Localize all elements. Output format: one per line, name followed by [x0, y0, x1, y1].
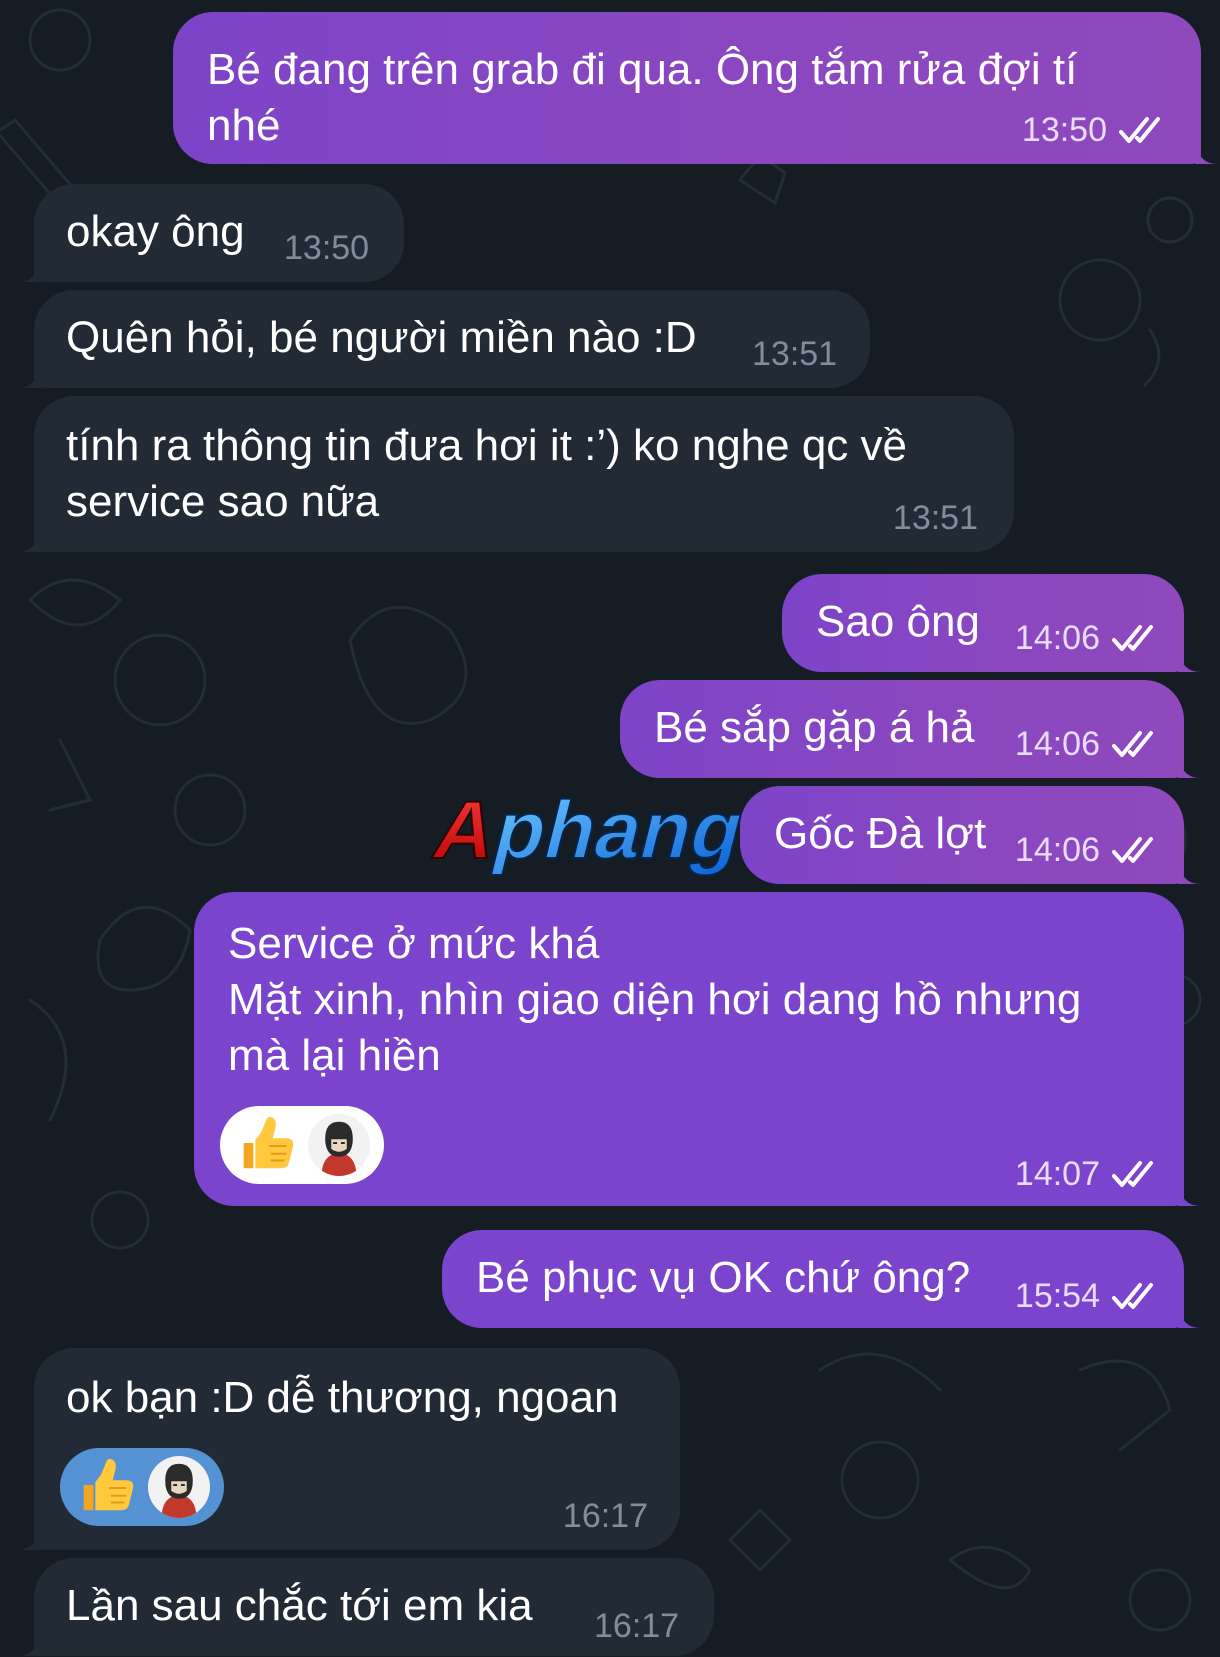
watermark-text: phang — [485, 784, 754, 876]
message-text: Sao ông — [816, 597, 980, 646]
double-check-icon — [1112, 731, 1153, 757]
double-check-icon — [1112, 1283, 1153, 1309]
message-text: ok bạn :D dễ thương, ngoan — [66, 1373, 619, 1422]
message-meta: 14:06 — [1015, 618, 1162, 658]
reaction-chip[interactable] — [60, 1448, 224, 1526]
thumbs-up-icon — [243, 1116, 294, 1169]
outgoing-message[interactable]: Bé đang trên grab đi qua. Ông tắm rửa đợ… — [173, 12, 1217, 164]
outgoing-message[interactable]: Service ở mức khá Mặt xinh, nhìn giao di… — [194, 892, 1200, 1206]
message-meta: 13:50 — [284, 228, 369, 268]
message-time: 13:51 — [752, 335, 838, 373]
outgoing-message[interactable]: Bé phục vụ OK chứ ông? 15:54 — [442, 1230, 1200, 1328]
double-check-icon — [1112, 1161, 1153, 1187]
message-time: 16:17 — [562, 1497, 648, 1535]
message-time: 14:06 — [1014, 619, 1100, 657]
avatar — [148, 1456, 210, 1518]
message-time: 14:06 — [1014, 831, 1100, 869]
message-meta: 13:51 — [893, 498, 978, 538]
reaction-chip[interactable] — [220, 1106, 384, 1184]
message-meta: 14:07 — [1015, 1154, 1162, 1194]
message-text: Bé phục vụ OK chứ ông? — [476, 1253, 971, 1302]
message-time: 13:51 — [892, 499, 978, 537]
message-meta: 15:54 — [1015, 1276, 1162, 1316]
outgoing-message[interactable]: Bé sắp gặp á hả 14:06 — [620, 680, 1200, 778]
message-meta: 13:50 — [1022, 110, 1169, 150]
message-time: 13:50 — [1021, 111, 1107, 149]
avatar — [308, 1114, 370, 1176]
double-check-icon — [1112, 837, 1153, 863]
double-check-icon — [1119, 117, 1160, 143]
message-time: 13:50 — [284, 229, 370, 267]
incoming-message[interactable]: Quên hỏi, bé người miền nào :D 13:51 — [18, 290, 870, 388]
message-time: 14:07 — [1014, 1155, 1100, 1193]
message-meta: 16:17 — [563, 1496, 648, 1536]
double-check-icon — [1112, 625, 1153, 651]
message-meta: 14:06 — [1015, 830, 1162, 870]
message-time: 16:17 — [594, 1607, 680, 1645]
outgoing-message[interactable]: Gốc Đà lợt 14:06 — [740, 786, 1200, 884]
thumbs-up-icon — [83, 1458, 134, 1511]
message-meta: 13:51 — [752, 334, 837, 374]
message-text: okay ông — [66, 207, 245, 256]
incoming-message[interactable]: Lần sau chắc tới em kia 16:17 — [18, 1558, 714, 1656]
message-text: Quên hỏi, bé người miền nào :D — [66, 313, 697, 362]
message-text: Bé sắp gặp á hả — [654, 703, 975, 752]
message-text: Gốc Đà lợt — [774, 809, 987, 858]
brand-logo-watermark: A phang — [425, 783, 755, 877]
incoming-message[interactable]: ok bạn :D dễ thương, ngoan 16:17 — [18, 1348, 680, 1550]
message-time: 14:06 — [1014, 725, 1100, 763]
message-text: Service ở mức khá Mặt xinh, nhìn giao di… — [228, 919, 1082, 1080]
incoming-message[interactable]: tính ra thông tin đưa hơi it :’) ko nghe… — [18, 396, 1014, 552]
message-text: Lần sau chắc tới em kia — [66, 1581, 533, 1630]
incoming-message[interactable]: okay ông 13:50 — [18, 184, 404, 282]
outgoing-message[interactable]: Sao ông 14:06 — [782, 574, 1200, 672]
message-text: tính ra thông tin đưa hơi it :’) ko nghe… — [66, 421, 908, 526]
message-meta: 16:17 — [594, 1606, 679, 1646]
message-time: 15:54 — [1014, 1277, 1100, 1315]
message-meta: 14:06 — [1015, 724, 1162, 764]
